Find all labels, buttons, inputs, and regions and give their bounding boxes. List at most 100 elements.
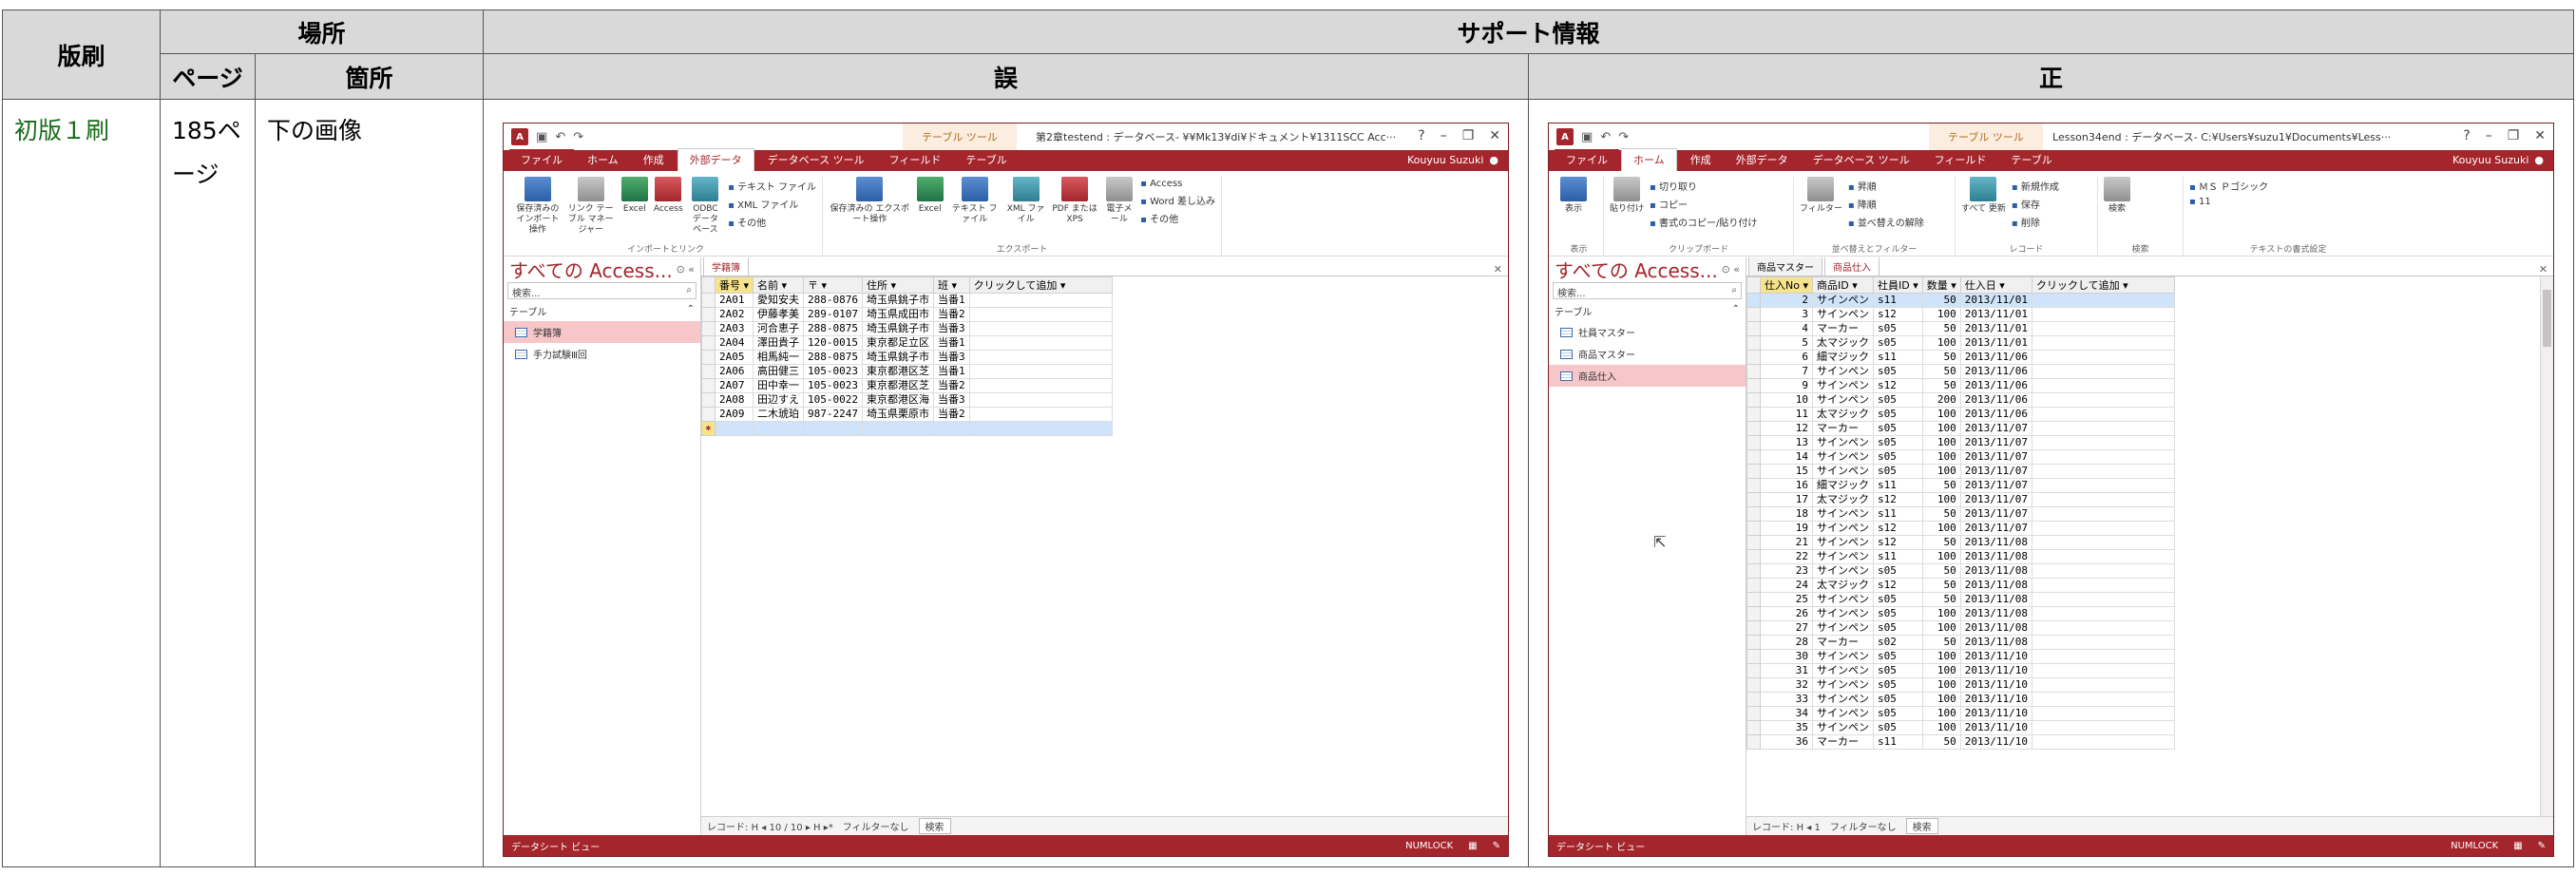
table-cell[interactable]: 埼玉県栗原市 [862,407,935,422]
table-cell[interactable]: 19 [1760,521,1813,536]
table-row[interactable]: 6 細マジック s11 50 2013/11/06 [1746,350,2175,365]
table-cell[interactable]: 50 [1921,578,1961,593]
table-cell[interactable]: 2013/11/06 [1959,392,2033,408]
table-cell[interactable]: 2013/11/01 [1959,321,2033,336]
tab-fields[interactable]: フィールド [878,149,953,171]
nav-header[interactable]: すべての Access... ⊙ « [504,257,700,282]
table-cell[interactable]: サインペン [1812,620,1874,636]
table-cell[interactable]: 120-0015 [803,335,864,351]
table-row[interactable]: 5 太マジック s05 100 2013/11/01 [1746,335,2175,351]
table-cell[interactable]: 2A08 [715,392,754,408]
table-cell[interactable]: 4 [1760,321,1813,336]
table-cell[interactable]: 50 [1921,563,1961,579]
paste-button[interactable]: 貼り付け [1610,177,1644,215]
table-cell[interactable] [715,421,754,436]
table-cell[interactable]: サインペン [1812,606,1874,621]
table-cell[interactable]: 太マジック [1812,335,1874,351]
table-cell[interactable]: 100 [1921,407,1961,422]
table-cell[interactable]: 2013/11/10 [1959,706,2033,721]
table-cell[interactable]: 100 [1921,464,1961,479]
table-cell[interactable]: s11 [1873,506,1923,522]
add-column-cell[interactable] [2032,635,2175,650]
add-column-cell[interactable] [968,407,1113,422]
table-cell[interactable]: 2A06 [715,364,754,379]
nav-item-gakusekibo[interactable]: 学籍簿 [504,321,701,343]
table-cell[interactable]: サインペン [1812,506,1874,522]
table-cell[interactable]: 2013/11/08 [1959,592,2033,607]
nav-group-tables[interactable]: テーブル ⌃ [504,301,700,321]
tab-database-tools[interactable]: データベース ツール [756,149,876,171]
table-cell[interactable]: 288-0875 [803,321,864,336]
add-column-cell[interactable] [2032,464,2175,479]
row-selector[interactable] [1746,578,1762,593]
table-cell[interactable]: 伊藤孝美 [753,307,805,322]
table-cell[interactable]: 100 [1921,307,1961,322]
table-cell[interactable]: サインペン [1812,549,1874,564]
minimize-icon[interactable]: – [1441,128,1447,143]
table-cell[interactable]: 2013/11/10 [1959,734,2033,750]
table-cell[interactable]: サインペン [1812,378,1874,393]
table-cell[interactable]: s12 [1873,378,1923,393]
export-more-button[interactable]: その他 [1140,211,1215,225]
table-row[interactable]: 32 サインペン s05 100 2013/11/10 [1746,677,2175,693]
tab-external-data[interactable]: 外部データ [677,148,754,171]
table-cell[interactable]: s12 [1873,521,1923,536]
table-cell[interactable]: 田中幸一 [753,378,805,393]
table-cell[interactable]: 30 [1760,649,1813,664]
table-cell[interactable]: 11 [1760,407,1813,422]
table-cell[interactable]: 26 [1760,606,1813,621]
sort-ascending-button[interactable]: 昇順 [1848,179,1924,193]
table-cell[interactable]: 2013/11/07 [1959,478,2033,493]
table-cell[interactable]: s05 [1873,720,1923,735]
tab-file[interactable]: ファイル [1555,149,1620,171]
table-row[interactable]: 2A03 河合恵子 288-0875 埼玉県銚子市 当番3 [701,321,1113,336]
row-selector[interactable] [1746,649,1762,664]
import-more-button[interactable]: その他 [728,215,816,229]
row-selector[interactable] [1746,392,1762,408]
table-row[interactable]: 23 サインペン s05 50 2013/11/08 [1746,563,2175,579]
row-selector[interactable] [1746,464,1762,479]
table-cell[interactable]: サインペン [1812,563,1874,579]
table-cell[interactable]: s12 [1873,535,1923,550]
table-cell[interactable]: 13 [1760,435,1813,450]
linked-table-manager-button[interactable]: リンク テーブル マネージャー [566,177,616,236]
table-cell[interactable]: 100 [1921,677,1961,693]
row-selector[interactable] [1746,492,1762,507]
table-row[interactable]: 25 サインペン s05 50 2013/11/08 [1746,592,2175,607]
table-cell[interactable]: 2013/11/06 [1959,407,2033,422]
column-header[interactable]: 住所 ▾ [862,276,935,294]
tab-database-tools[interactable]: データベース ツール [1802,149,1921,171]
add-column-cell[interactable] [2032,435,2175,450]
table-cell[interactable]: s05 [1873,663,1923,678]
add-column-cell[interactable] [968,293,1113,308]
table-cell[interactable]: 二木琥珀 [753,407,805,422]
table-cell[interactable]: s05 [1873,421,1923,436]
doc-tab-gakusekibo[interactable]: 学籍簿 [703,257,750,276]
table-row[interactable]: 3 サインペン s12 100 2013/11/01 [1746,307,2175,322]
add-column-cell[interactable] [2032,449,2175,465]
table-cell[interactable]: s02 [1873,635,1923,650]
table-cell[interactable]: s05 [1873,677,1923,693]
row-selector[interactable] [701,293,716,308]
table-cell[interactable]: 289-0107 [803,307,864,322]
add-column-cell[interactable] [2032,734,2175,750]
table-cell[interactable]: 105-0022 [803,392,864,408]
table-cell[interactable]: 2013/11/06 [1959,364,2033,379]
table-cell[interactable]: 100 [1921,663,1961,678]
table-cell[interactable]: 2013/11/08 [1959,563,2033,579]
user-account[interactable]: Kouyuu Suzuki ● [1407,154,1498,166]
row-selector[interactable] [701,350,716,365]
table-cell[interactable]: s05 [1873,449,1923,465]
table-cell[interactable]: 2A07 [715,378,754,393]
table-cell[interactable]: 50 [1921,592,1961,607]
add-column-cell[interactable] [2032,677,2175,693]
table-cell[interactable]: 河合恵子 [753,321,805,336]
tab-table[interactable]: テーブル [1999,149,2063,171]
row-selector[interactable] [1746,478,1762,493]
table-cell[interactable]: s05 [1873,364,1923,379]
table-cell[interactable]: 太マジック [1812,407,1874,422]
table-row[interactable]: 7 サインペン s05 50 2013/11/06 [1746,364,2175,379]
table-cell[interactable]: 22 [1760,549,1813,564]
saved-exports-button[interactable]: 保存済みの エクスポート操作 [829,177,911,225]
refresh-all-button[interactable]: すべて 更新 [1961,177,2006,215]
